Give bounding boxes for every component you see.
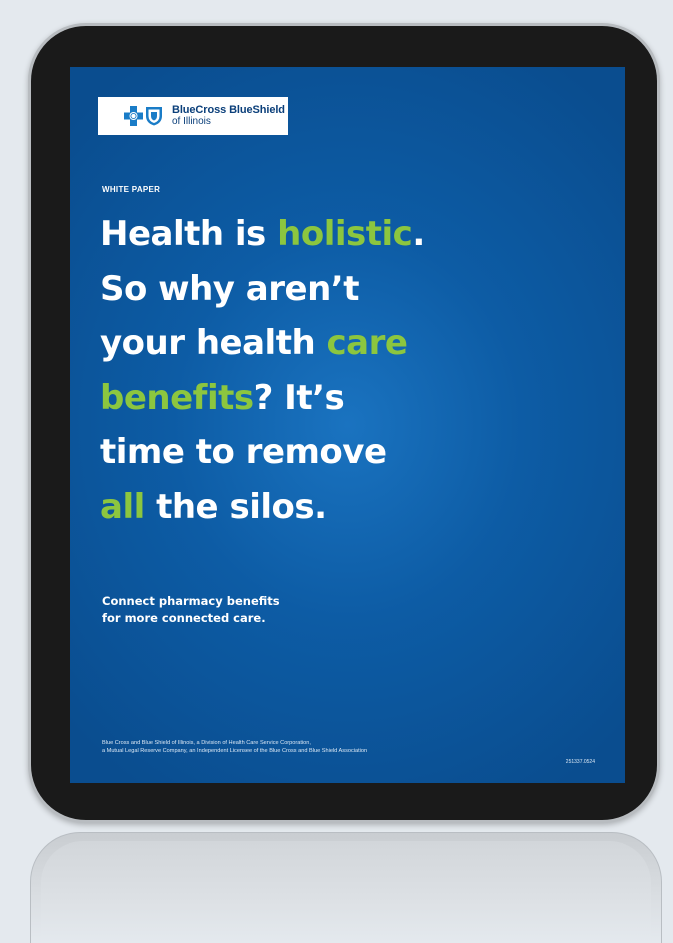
document-type-label: WHITE PAPER [102,185,161,194]
legal-line-1: Blue Cross and Blue Shield of Illinois, … [102,740,311,746]
headline-text: So why aren’t [100,268,359,309]
headline-line-5: time to remove [100,425,500,480]
headline-text: time to remove [100,432,387,472]
subheadline-line-1: Connect pharmacy benefits [102,594,280,608]
document-code: 251337.0524 [565,759,595,765]
headline: Health is holistic. So why aren’t your hea… [100,207,500,534]
brand-logo: BlueCross BlueShield of Illinois [98,97,288,135]
headline-text: ? It’s [253,377,345,418]
headline-highlight: care [326,323,408,363]
tablet-reflection-inner [41,841,651,943]
subheadline-line-2: for more connected care. [102,611,266,625]
headline-line-1: Health is holistic. [100,207,500,262]
subheadline: Connect pharmacy benefits for more conne… [102,593,280,627]
shield-icon [146,107,162,126]
headline-text: Health is [100,214,278,254]
headline-highlight: all [100,486,145,527]
headline-line-2: So why aren’t [100,262,500,317]
headline-highlight: benefits [100,377,254,418]
headline-line-3: your health care [100,316,500,371]
headline-text: the silos. [144,486,327,527]
logo-icons [124,106,162,126]
headline-line-4: benefits? It’s [100,371,500,426]
document-cover: BlueCross BlueShield of Illinois WHITE P… [70,67,625,783]
cross-icon [124,106,143,126]
legal-line-2: a Mutual Legal Reserve Company, an Indep… [102,747,368,754]
legal-disclaimer: Blue Cross and Blue Shield of Illinois, … [102,740,367,755]
headline-text: . [412,214,425,254]
tablet-reflection [30,832,662,943]
headline-line-6: all the silos. [100,480,500,535]
headline-text: your health [100,323,327,363]
headline-highlight: holistic [277,214,413,254]
logo-brand-name: BlueCross BlueShield [172,104,285,116]
logo-region: of Illinois [172,116,211,127]
